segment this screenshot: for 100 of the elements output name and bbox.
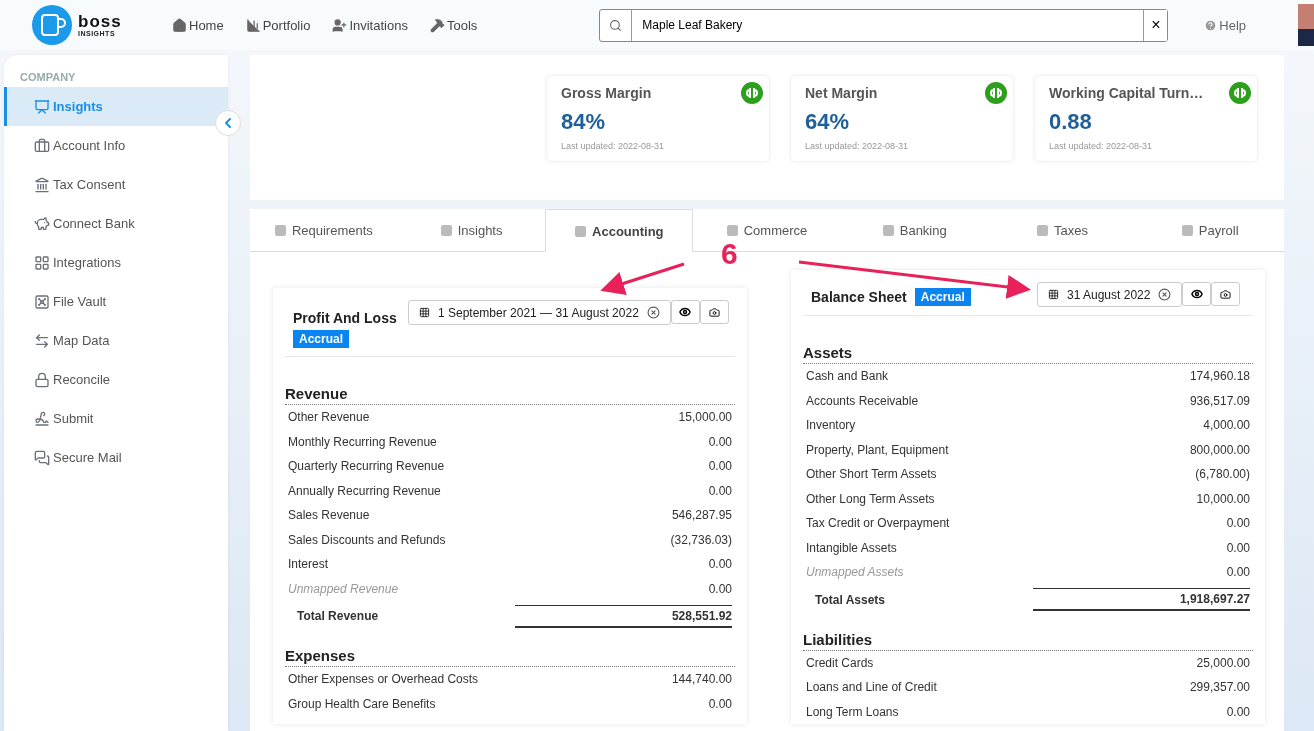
logo-name: boss bbox=[78, 13, 122, 30]
signature-icon bbox=[34, 410, 50, 427]
hide-button[interactable] bbox=[670, 300, 700, 324]
account-label: Long Term Loans bbox=[806, 704, 899, 719]
account-label: Other Expenses or Overhead Costs bbox=[288, 672, 479, 687]
account-amount: 0.00 bbox=[708, 434, 732, 449]
account-amount: 546,287.95 bbox=[671, 508, 732, 523]
section-heading: Liabilities bbox=[803, 614, 1253, 651]
account-amount: (6,780.00) bbox=[1195, 467, 1250, 482]
account-amount: 174,960.18 bbox=[1189, 369, 1250, 384]
account-amount: 0.00 bbox=[1226, 565, 1250, 580]
help-link[interactable]: Help bbox=[1204, 17, 1247, 33]
account-amount: 299,357.00 bbox=[1189, 680, 1250, 695]
hammer-icon bbox=[429, 17, 445, 33]
sidebar-item[interactable]: Map Data bbox=[4, 321, 228, 360]
account-amount: 0.00 bbox=[1226, 516, 1250, 531]
hide-button[interactable] bbox=[1182, 282, 1212, 306]
account-amount: 936,517.09 bbox=[1189, 393, 1250, 408]
camera-icon bbox=[708, 306, 720, 318]
account-label: Interest bbox=[288, 557, 329, 572]
account-label: Group Health Care Benefits bbox=[288, 696, 436, 711]
account-amount: 15,000.00 bbox=[678, 410, 732, 425]
account-label: Other Revenue bbox=[288, 410, 370, 425]
account-label: Credit Cards bbox=[806, 655, 874, 670]
account-label: Property, Plant, Equipment bbox=[806, 442, 949, 457]
calendar-grid-icon bbox=[419, 307, 430, 318]
account-amount: 0.00 bbox=[1226, 540, 1250, 555]
account-label: Annually Recurring Revenue bbox=[288, 483, 441, 498]
account-label: Intangible Assets bbox=[806, 540, 897, 555]
mug-logo-icon bbox=[32, 5, 72, 45]
account-amount: 4,000.00 bbox=[1203, 418, 1250, 433]
eye-icon bbox=[679, 306, 692, 318]
section-heading: Revenue bbox=[285, 357, 735, 405]
account-label: Loans and Line of Credit bbox=[806, 680, 937, 695]
sidebar-item[interactable]: Secure Mail bbox=[4, 438, 228, 477]
account-amount: 0.00 bbox=[708, 581, 732, 596]
calendar-grid-icon bbox=[1048, 289, 1059, 300]
statement-title: Profit And Loss bbox=[293, 310, 397, 326]
nav-link[interactable]: Invitations bbox=[332, 17, 408, 33]
clear-icon[interactable] bbox=[1158, 288, 1172, 301]
sidebar-item[interactable]: Connect Bank bbox=[4, 204, 228, 243]
account-amount: 144,740.00 bbox=[671, 672, 732, 687]
sidebar-item[interactable]: Tax Consent bbox=[4, 165, 228, 204]
arrows-icon bbox=[34, 332, 50, 349]
account-amount: 0.00 bbox=[708, 483, 732, 498]
lock-icon bbox=[34, 371, 50, 388]
bank-icon bbox=[34, 176, 50, 193]
tab[interactable]: Accounting bbox=[545, 209, 694, 252]
account-amount: 0.00 bbox=[708, 459, 732, 474]
presentation-icon bbox=[34, 98, 50, 115]
source-logo-icon bbox=[741, 82, 763, 104]
sidebar-item[interactable]: Account Info bbox=[4, 126, 228, 165]
search-field[interactable]: Maple Leaf Bakery × bbox=[599, 8, 1169, 42]
account-amount: 0.00 bbox=[1226, 704, 1250, 719]
account-amount: 528,551.92 bbox=[515, 604, 732, 628]
nav-link[interactable]: Home bbox=[172, 17, 224, 33]
account-label: Cash and Bank bbox=[806, 369, 889, 384]
metric-value: 64% bbox=[805, 109, 851, 135]
user-avatar[interactable] bbox=[1298, 4, 1314, 46]
source-logo-icon bbox=[1229, 82, 1251, 104]
account-label: Quarterly Recurring Revenue bbox=[288, 459, 445, 474]
metric-title: Net Margin bbox=[805, 85, 879, 101]
date-range-button[interactable]: 1 September 2021 — 31 August 2022 bbox=[408, 300, 671, 325]
sidebar-item[interactable]: Reconcile bbox=[4, 360, 228, 399]
search-icon bbox=[609, 18, 623, 32]
accrual-badge: Accrual bbox=[914, 288, 971, 306]
section-heading: Expenses bbox=[285, 631, 735, 667]
collapse-button[interactable] bbox=[215, 110, 241, 136]
section-heading: Assets bbox=[803, 316, 1253, 364]
grid-icon bbox=[34, 254, 50, 271]
account-label: Other Short Term Assets bbox=[806, 467, 937, 482]
camera-icon bbox=[1220, 288, 1232, 300]
account-label: Monthly Recurring Revenue bbox=[288, 434, 437, 449]
sidebar-item[interactable]: File Vault bbox=[4, 282, 228, 321]
account-label: Unmapped Revenue bbox=[288, 581, 399, 596]
account-amount: 0.00 bbox=[708, 696, 732, 711]
sidebar-item[interactable]: Submit bbox=[4, 399, 228, 438]
metric-title: Working Capital Turn… bbox=[1049, 85, 1205, 101]
account-amount: (32,736.03) bbox=[670, 532, 732, 547]
camera-button[interactable] bbox=[1211, 282, 1241, 306]
nav-link[interactable]: Portfolio bbox=[245, 17, 311, 33]
clear-icon[interactable] bbox=[646, 306, 660, 319]
clear-button[interactable]: × bbox=[1143, 9, 1168, 41]
help-icon bbox=[1204, 18, 1218, 32]
eye-icon bbox=[1190, 288, 1203, 300]
sidebar-item[interactable]: Integrations bbox=[4, 243, 228, 282]
account-label: Total Revenue bbox=[296, 609, 379, 623]
account-label: Total Assets bbox=[814, 592, 886, 607]
source-logo-icon bbox=[985, 82, 1007, 104]
account-amount: 1,918,697.27 bbox=[1033, 588, 1250, 611]
metric-updated: Last updated: 2022-08-31 bbox=[805, 141, 910, 151]
camera-button[interactable] bbox=[699, 300, 729, 324]
accrual-badge: Accrual bbox=[293, 330, 350, 348]
account-label: Sales Revenue bbox=[288, 508, 370, 523]
account-amount: 25,000.00 bbox=[1196, 655, 1250, 670]
nav-link[interactable]: Tools bbox=[429, 17, 478, 33]
date-range-button[interactable]: 31 August 2022 bbox=[1037, 282, 1183, 307]
account-label: Unmapped Assets bbox=[806, 565, 904, 580]
account-amount: 800,000.00 bbox=[1189, 442, 1250, 457]
account-label: Tax Credit or Overpayment bbox=[806, 516, 950, 531]
